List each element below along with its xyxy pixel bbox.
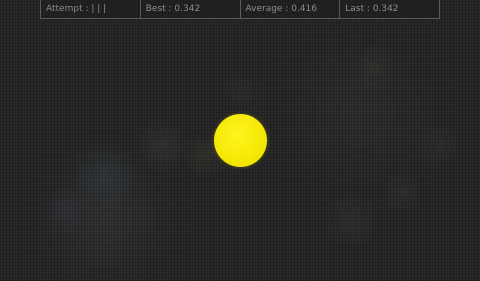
average-time: Average : 0.416 [241, 0, 341, 18]
attempt-counter: Attempt : | | | [41, 0, 141, 18]
yellow-circle-target[interactable] [214, 114, 267, 167]
last-time: Last : 0.342 [345, 4, 399, 14]
stats-bar: Attempt : | | | Best : 0.342 Average : 0… [40, 0, 440, 19]
best-time: Best : 0.342 [141, 0, 241, 18]
